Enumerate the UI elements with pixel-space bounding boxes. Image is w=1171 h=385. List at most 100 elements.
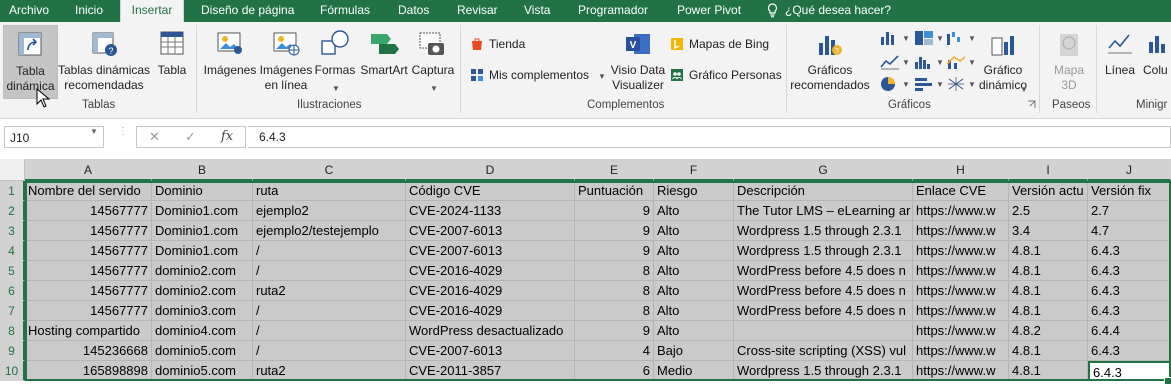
chevron-down-icon[interactable]: ▼ bbox=[90, 127, 98, 136]
table-cell[interactable]: Alto bbox=[654, 281, 734, 301]
table-cell[interactable]: / bbox=[253, 321, 406, 341]
row-header-7[interactable]: 7 bbox=[0, 301, 25, 321]
table-cell[interactable]: WordPress before 4.5 does n bbox=[734, 281, 913, 301]
table-cell[interactable]: 14567777 bbox=[25, 241, 152, 261]
formula-input[interactable]: 6.4.3 bbox=[248, 126, 1171, 148]
table-cell[interactable]: dominio3.com bbox=[152, 301, 253, 321]
table-cell[interactable]: 14567777 bbox=[25, 281, 152, 301]
header-cell[interactable]: ruta bbox=[253, 181, 406, 201]
table-cell[interactable]: dominio5.com bbox=[152, 361, 253, 381]
table-cell[interactable]: Alto bbox=[654, 261, 734, 281]
table-cell[interactable]: CVE-2007-6013 bbox=[406, 221, 575, 241]
table-button[interactable]: Tabla bbox=[153, 25, 191, 97]
column-header-f[interactable]: F bbox=[654, 159, 734, 181]
line-chart-icon[interactable] bbox=[880, 54, 900, 70]
table-cell[interactable]: https://www.w bbox=[913, 361, 1009, 381]
table-cell[interactable]: https://www.w bbox=[913, 341, 1009, 361]
table-cell[interactable]: Hosting compartido bbox=[25, 321, 152, 341]
table-cell[interactable]: 4 bbox=[575, 341, 654, 361]
table-cell[interactable]: / bbox=[253, 341, 406, 361]
table-cell[interactable]: CVE-2007-6013 bbox=[406, 341, 575, 361]
table-cell[interactable]: Alto bbox=[654, 221, 734, 241]
hierarchy-chart-icon[interactable] bbox=[914, 30, 934, 46]
recommended-charts-button[interactable]: ? Gráficos recomendados bbox=[790, 25, 870, 97]
table-cell[interactable]: 9 bbox=[575, 241, 654, 261]
column-header-e[interactable]: E bbox=[575, 159, 654, 181]
table-cell[interactable]: 9 bbox=[575, 221, 654, 241]
screenshot-button[interactable]: Captura ▼ bbox=[410, 25, 456, 97]
row-header-3[interactable]: 3 bbox=[0, 221, 25, 241]
statistic-chart-icon[interactable] bbox=[914, 54, 934, 70]
splitter-grip[interactable]: ⋮ bbox=[118, 127, 128, 144]
waterfall-chart-icon[interactable] bbox=[946, 30, 966, 46]
table-cell[interactable]: / bbox=[253, 241, 406, 261]
table-cell[interactable]: Wordpress 1.5 through 2.3.1 bbox=[734, 241, 913, 261]
table-cell[interactable]: 4.7 bbox=[1088, 221, 1171, 241]
table-cell[interactable]: 6.4.3 bbox=[1088, 301, 1171, 321]
tab-datos[interactable]: Datos bbox=[398, 0, 429, 22]
table-cell[interactable]: 4.8.1 bbox=[1009, 261, 1088, 281]
table-cell[interactable]: CVE-2016-4029 bbox=[406, 281, 575, 301]
table-cell[interactable]: 3.4 bbox=[1009, 221, 1088, 241]
table-cell[interactable]: Alto bbox=[654, 321, 734, 341]
table-cell[interactable]: 4.8.1 bbox=[1009, 361, 1088, 381]
row-header-4[interactable]: 4 bbox=[0, 241, 25, 261]
table-cell[interactable]: WordPress before 4.5 does n bbox=[734, 301, 913, 321]
cancel-icon[interactable]: ✕ bbox=[149, 129, 160, 145]
table-cell[interactable]: https://www.w bbox=[913, 241, 1009, 261]
table-cell[interactable]: https://www.w bbox=[913, 301, 1009, 321]
pie-chart-icon[interactable] bbox=[880, 76, 898, 92]
pivot-chart-button[interactable]: Gráfico dinámico ▼ bbox=[978, 25, 1028, 97]
scatter-chart-icon[interactable] bbox=[946, 76, 966, 92]
tab-inicio[interactable]: Inicio bbox=[75, 0, 103, 22]
recommended-pivot-button[interactable]: ? Tablas dinámicas recomendadas bbox=[58, 25, 150, 97]
column-header-b[interactable]: B bbox=[152, 159, 253, 181]
table-cell[interactable]: 6.4.3 bbox=[1088, 341, 1171, 361]
table-cell[interactable]: Bajo bbox=[654, 341, 734, 361]
table-cell[interactable]: CVE-2024-1133 bbox=[406, 201, 575, 221]
table-cell[interactable]: dominio4.com bbox=[152, 321, 253, 341]
people-graph-button[interactable]: Gráfico Personas bbox=[689, 67, 782, 83]
visio-visualizer-button[interactable]: V Visio Data Visualizer bbox=[610, 25, 666, 97]
table-cell[interactable]: ruta2 bbox=[253, 361, 406, 381]
row-header-9[interactable]: 9 bbox=[0, 341, 25, 361]
table-cell[interactable]: Dominio1.com bbox=[152, 221, 253, 241]
table-cell[interactable]: Alto bbox=[654, 241, 734, 261]
sparkline-column-button[interactable]: Colu bbox=[1140, 25, 1171, 97]
table-cell[interactable]: 8 bbox=[575, 301, 654, 321]
enter-icon[interactable]: ✓ bbox=[185, 129, 196, 145]
table-cell[interactable]: The Tutor LMS – eLearning ar bbox=[734, 201, 913, 221]
table-cell[interactable]: WordPress desactualizado bbox=[406, 321, 575, 341]
table-cell[interactable]: 145236668 bbox=[25, 341, 152, 361]
table-cell[interactable]: Dominio1.com bbox=[152, 241, 253, 261]
fill-handle[interactable] bbox=[1164, 377, 1171, 385]
table-cell[interactable]: Wordpress 1.5 through 2.3.1 bbox=[734, 361, 913, 381]
table-cell[interactable]: / bbox=[253, 261, 406, 281]
tab-programador[interactable]: Programador bbox=[578, 0, 648, 22]
column-header-h[interactable]: H bbox=[913, 159, 1009, 181]
row-header-6[interactable]: 6 bbox=[0, 281, 25, 301]
table-cell[interactable]: Alto bbox=[654, 201, 734, 221]
table-cell[interactable]: ruta2 bbox=[253, 281, 406, 301]
table-cell[interactable]: Wordpress 1.5 through 2.3.1 bbox=[734, 221, 913, 241]
column-header-g[interactable]: G bbox=[734, 159, 913, 181]
header-cell[interactable]: Riesgo bbox=[654, 181, 734, 201]
combo-chart-icon[interactable] bbox=[946, 54, 966, 70]
header-cell[interactable]: Dominio bbox=[152, 181, 253, 201]
table-cell[interactable]: / bbox=[253, 301, 406, 321]
column-header-j[interactable]: J bbox=[1088, 159, 1171, 181]
store-button[interactable]: Tienda bbox=[489, 36, 525, 52]
table-cell[interactable]: 4.8.1 bbox=[1009, 341, 1088, 361]
table-cell[interactable]: 4.8.1 bbox=[1009, 281, 1088, 301]
dialog-launcher-icon[interactable] bbox=[1027, 100, 1036, 109]
tab-power-pivot[interactable]: Power Pivot bbox=[677, 0, 741, 22]
table-cell[interactable]: 8 bbox=[575, 261, 654, 281]
tab-vista[interactable]: Vista bbox=[524, 0, 550, 22]
tab-revisar[interactable]: Revisar bbox=[457, 0, 498, 22]
table-cell[interactable]: https://www.w bbox=[913, 321, 1009, 341]
table-cell[interactable]: 6 bbox=[575, 361, 654, 381]
table-cell[interactable]: dominio5.com bbox=[152, 341, 253, 361]
tab-formulas[interactable]: Fórmulas bbox=[320, 0, 370, 22]
row-header-2[interactable]: 2 bbox=[0, 201, 25, 221]
header-cell[interactable]: Nombre del servido bbox=[25, 181, 152, 201]
